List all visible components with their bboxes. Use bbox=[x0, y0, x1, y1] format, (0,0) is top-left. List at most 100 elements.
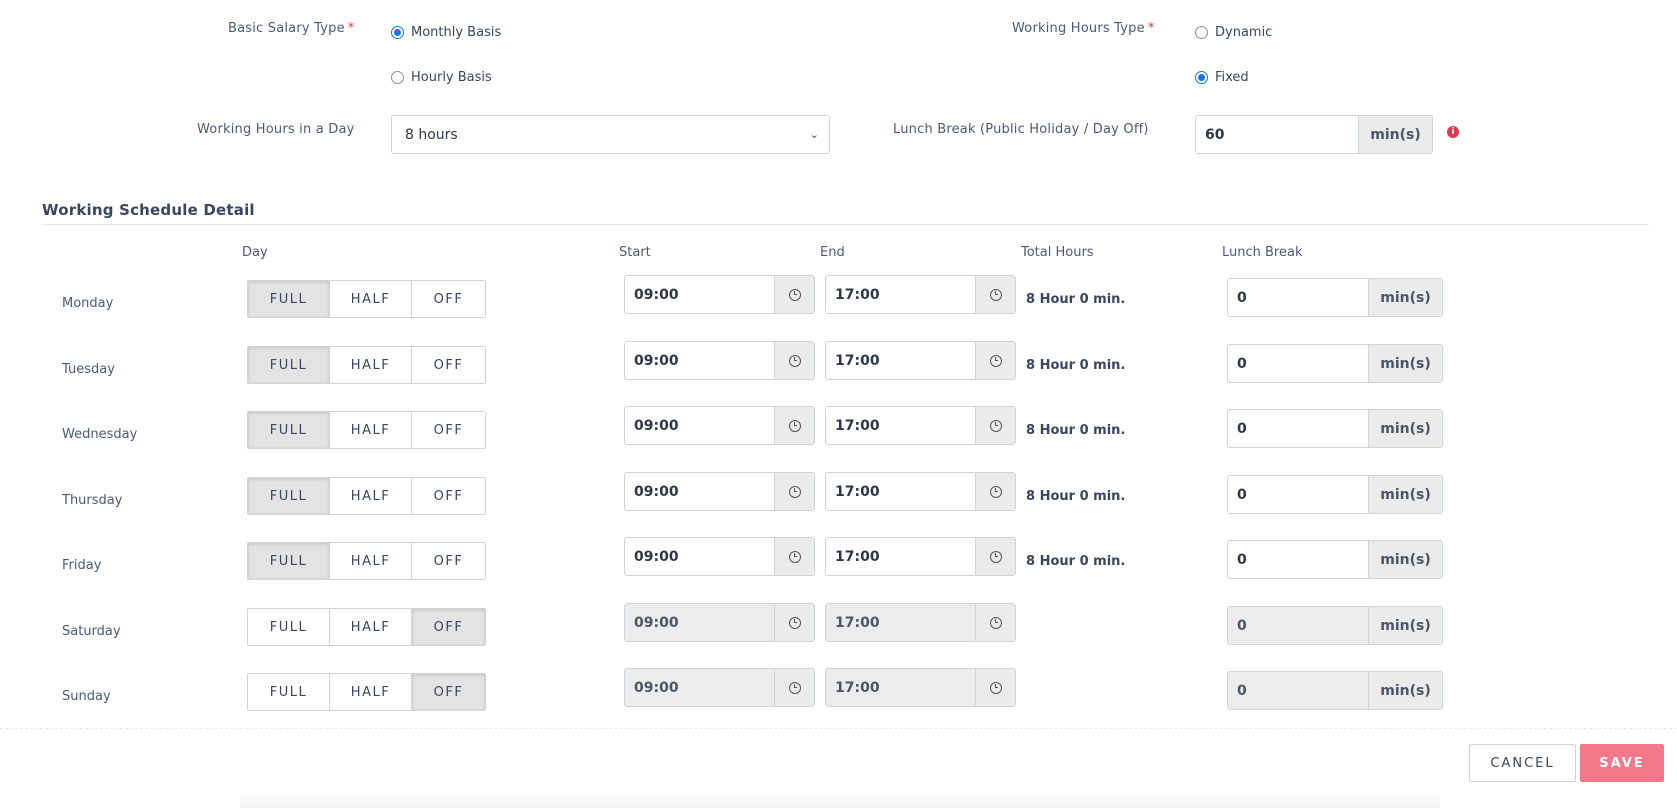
minutes-unit-addon: min(s) bbox=[1368, 476, 1442, 513]
lunch-break-input[interactable]: 0 bbox=[1228, 279, 1368, 316]
radio-hourly-basis-control[interactable] bbox=[391, 71, 404, 84]
clock-icon[interactable] bbox=[774, 407, 814, 444]
total-hours-monday: 8 Hour 0 min. bbox=[1026, 292, 1126, 307]
mode-off-button[interactable]: OFF bbox=[412, 674, 485, 710]
day-name-friday: Friday bbox=[62, 558, 102, 573]
start-time-input-group: 09:00 bbox=[624, 406, 815, 445]
mode-half-button[interactable]: HALF bbox=[330, 412, 412, 448]
start-time-input[interactable]: 09:00 bbox=[625, 276, 774, 313]
start-time-input: 09:00 bbox=[625, 669, 774, 706]
lunch-break-input[interactable]: 0 bbox=[1228, 541, 1368, 578]
day-name-monday: Monday bbox=[62, 296, 114, 311]
day-mode-toggle-sunday: FULL HALF OFF bbox=[247, 673, 486, 711]
mode-full-button[interactable]: FULL bbox=[248, 347, 330, 383]
radio-dynamic-control[interactable] bbox=[1195, 26, 1208, 39]
working-hours-type-text: Working Hours Type bbox=[1012, 21, 1145, 36]
mode-full-button[interactable]: FULL bbox=[248, 543, 330, 579]
clock-icon[interactable] bbox=[975, 538, 1015, 575]
end-time-input-group: 17:00 bbox=[825, 668, 1016, 707]
start-time-input-group: 09:00 bbox=[624, 668, 815, 707]
end-time-input-group: 17:00 bbox=[825, 472, 1016, 511]
clock-icon[interactable] bbox=[975, 407, 1015, 444]
mode-full-button[interactable]: FULL bbox=[248, 674, 330, 710]
day-name-saturday: Saturday bbox=[62, 624, 121, 639]
radio-hourly-basis-label: Hourly Basis bbox=[411, 70, 492, 85]
radio-monthly-basis-control[interactable] bbox=[391, 26, 404, 39]
mode-half-button[interactable]: HALF bbox=[330, 674, 412, 710]
bottom-shadow bbox=[240, 790, 1440, 808]
end-time-input[interactable]: 17:00 bbox=[826, 342, 975, 379]
end-time-input[interactable]: 17:00 bbox=[826, 473, 975, 510]
lunch-break-input: 0 bbox=[1228, 607, 1368, 644]
lunch-break-input: 0 bbox=[1228, 672, 1368, 709]
lunch-break-holiday-input[interactable]: 60 bbox=[1196, 116, 1358, 153]
mode-off-button[interactable]: OFF bbox=[412, 543, 485, 579]
end-time-input[interactable]: 17:00 bbox=[826, 276, 975, 313]
day-name-wednesday: Wednesday bbox=[62, 427, 138, 442]
hours-in-day-label: Working Hours in a Day bbox=[197, 122, 355, 137]
clock-icon bbox=[975, 669, 1015, 706]
col-head-end: End bbox=[820, 245, 845, 260]
mode-full-button[interactable]: FULL bbox=[248, 478, 330, 514]
total-hours-wednesday: 8 Hour 0 min. bbox=[1026, 423, 1126, 438]
day-name-tuesday: Tuesday bbox=[62, 362, 115, 377]
start-time-input[interactable]: 09:00 bbox=[625, 407, 774, 444]
radio-hourly-basis[interactable]: Hourly Basis bbox=[391, 70, 492, 85]
clock-icon[interactable] bbox=[975, 473, 1015, 510]
mode-half-button[interactable]: HALF bbox=[330, 609, 412, 645]
start-time-input[interactable]: 09:00 bbox=[625, 538, 774, 575]
save-button[interactable]: SAVE bbox=[1580, 744, 1664, 782]
lunch-break-input[interactable]: 0 bbox=[1228, 345, 1368, 382]
cancel-button[interactable]: CANCEL bbox=[1469, 744, 1576, 782]
day-mode-toggle-monday: FULL HALF OFF bbox=[247, 280, 486, 318]
hours-in-day-select[interactable]: 8 hours ⌄ bbox=[391, 115, 830, 154]
col-head-start: Start bbox=[619, 245, 651, 260]
minutes-unit-addon: min(s) bbox=[1368, 541, 1442, 578]
day-name-sunday: Sunday bbox=[62, 689, 111, 704]
mode-off-button[interactable]: OFF bbox=[412, 609, 485, 645]
lunch-break-input[interactable]: 0 bbox=[1228, 476, 1368, 513]
mode-off-button[interactable]: OFF bbox=[412, 347, 485, 383]
mode-half-button[interactable]: HALF bbox=[330, 478, 412, 514]
radio-fixed[interactable]: Fixed bbox=[1195, 70, 1249, 85]
mode-full-button[interactable]: FULL bbox=[248, 609, 330, 645]
start-time-input[interactable]: 09:00 bbox=[625, 342, 774, 379]
mode-off-button[interactable]: OFF bbox=[412, 478, 485, 514]
mode-off-button[interactable]: OFF bbox=[412, 412, 485, 448]
day-mode-toggle-wednesday: FULL HALF OFF bbox=[247, 411, 486, 449]
end-time-input[interactable]: 17:00 bbox=[826, 538, 975, 575]
clock-icon[interactable] bbox=[774, 473, 814, 510]
mode-half-button[interactable]: HALF bbox=[330, 543, 412, 579]
clock-icon[interactable] bbox=[774, 276, 814, 313]
clock-icon[interactable] bbox=[774, 538, 814, 575]
clock-icon bbox=[774, 604, 814, 641]
clock-icon[interactable] bbox=[975, 276, 1015, 313]
minutes-unit-addon: min(s) bbox=[1358, 116, 1432, 153]
total-hours-thursday: 8 Hour 0 min. bbox=[1026, 489, 1126, 504]
start-time-input[interactable]: 09:00 bbox=[625, 473, 774, 510]
clock-icon[interactable] bbox=[774, 342, 814, 379]
lunch-break-holiday-input-group: 60 min(s) bbox=[1195, 115, 1433, 154]
end-time-input-group: 17:00 bbox=[825, 537, 1016, 576]
day-name-thursday: Thursday bbox=[62, 493, 123, 508]
lunch-break-input-group: 0 min(s) bbox=[1227, 671, 1443, 710]
end-time-input-group: 17:00 bbox=[825, 275, 1016, 314]
mode-off-button[interactable]: OFF bbox=[412, 281, 485, 317]
end-time-input[interactable]: 17:00 bbox=[826, 407, 975, 444]
lunch-break-input[interactable]: 0 bbox=[1228, 410, 1368, 447]
clock-icon[interactable] bbox=[975, 342, 1015, 379]
radio-fixed-control[interactable] bbox=[1195, 71, 1208, 84]
info-icon[interactable]: i bbox=[1447, 126, 1459, 138]
basic-salary-type-text: Basic Salary Type bbox=[228, 21, 345, 36]
col-head-day: Day bbox=[242, 245, 268, 260]
start-time-input-group: 09:00 bbox=[624, 603, 815, 642]
lunch-break-holiday-label: Lunch Break (Public Holiday / Day Off) bbox=[893, 122, 1149, 137]
radio-dynamic[interactable]: Dynamic bbox=[1195, 25, 1272, 40]
mode-full-button[interactable]: FULL bbox=[248, 281, 330, 317]
mode-half-button[interactable]: HALF bbox=[330, 347, 412, 383]
day-mode-toggle-tuesday: FULL HALF OFF bbox=[247, 346, 486, 384]
mode-full-button[interactable]: FULL bbox=[248, 412, 330, 448]
end-time-input: 17:00 bbox=[826, 669, 975, 706]
mode-half-button[interactable]: HALF bbox=[330, 281, 412, 317]
radio-monthly-basis[interactable]: Monthly Basis bbox=[391, 25, 501, 40]
